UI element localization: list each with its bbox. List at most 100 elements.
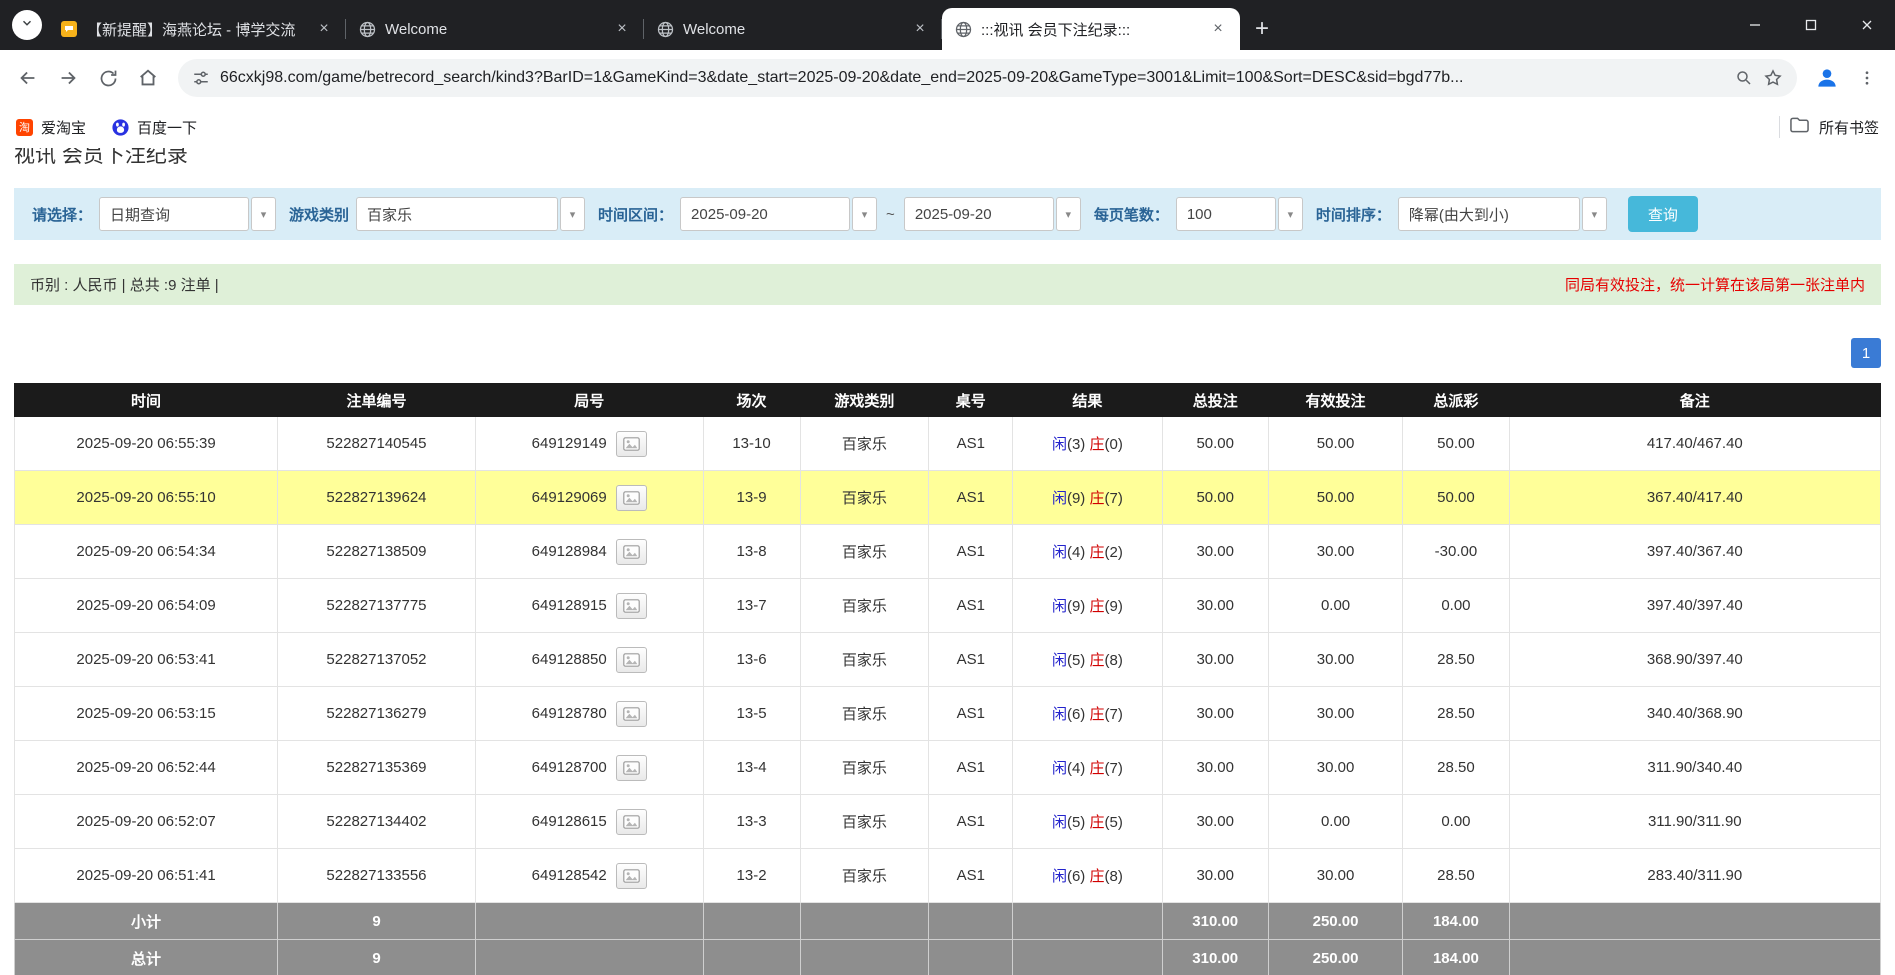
- star-icon[interactable]: [1763, 68, 1783, 88]
- cell-bet-number: 522827136279: [278, 687, 476, 741]
- summary-cell: [929, 903, 1013, 940]
- cell-total-bet[interactable]: 30.00: [1162, 633, 1268, 687]
- cell-total-bet[interactable]: 30.00: [1162, 687, 1268, 741]
- new-tab-button[interactable]: +: [1244, 11, 1280, 47]
- cell-note: 368.90/397.40: [1509, 633, 1880, 687]
- cell-table-number: AS1: [929, 525, 1013, 579]
- sort-value[interactable]: 降幂(由大到小): [1398, 197, 1580, 231]
- query-type-value[interactable]: 日期查询: [99, 197, 249, 231]
- cell-total-bet[interactable]: 30.00: [1162, 795, 1268, 849]
- date-end-value[interactable]: 2025-09-20: [904, 197, 1054, 231]
- page-1-button[interactable]: 1: [1851, 338, 1881, 368]
- round-result-image-button[interactable]: [616, 485, 647, 511]
- banker-label: 庄: [1089, 868, 1104, 885]
- round-result-image-button[interactable]: [616, 647, 647, 673]
- chevron-down-icon[interactable]: ▾: [1278, 197, 1303, 231]
- cell-game-type: 百家乐: [800, 525, 929, 579]
- tab-close-icon[interactable]: ×: [910, 19, 930, 39]
- tab-search-button[interactable]: [12, 10, 42, 40]
- round-result-image-button[interactable]: [616, 539, 647, 565]
- chevron-down-icon[interactable]: ▾: [1056, 197, 1081, 231]
- date-start-value[interactable]: 2025-09-20: [680, 197, 850, 231]
- cell-total-bet[interactable]: 50.00: [1162, 417, 1268, 471]
- column-header: 注单编号: [278, 384, 476, 417]
- browser-tab[interactable]: Welcome×: [644, 8, 942, 50]
- cell-total-bet[interactable]: 30.00: [1162, 525, 1268, 579]
- tab-close-icon[interactable]: ×: [612, 19, 632, 39]
- address-bar[interactable]: 66cxkj98.com/game/betrecord_search/kind3…: [178, 59, 1797, 97]
- tab-close-icon[interactable]: ×: [314, 19, 334, 39]
- chevron-down-icon[interactable]: ▾: [1582, 197, 1607, 231]
- date-start-select[interactable]: 2025-09-20 ▾: [680, 197, 877, 231]
- page-size-select[interactable]: 100 ▾: [1176, 197, 1303, 231]
- cell-payout: 0.00: [1403, 795, 1509, 849]
- picture-icon: [623, 707, 640, 721]
- summary-label: 小计: [15, 903, 278, 940]
- browser-tab[interactable]: Welcome×: [346, 8, 644, 50]
- table-row: 2025-09-20 06:55:10522827139624649129069…: [15, 471, 1881, 525]
- maximize-button[interactable]: [1783, 0, 1839, 50]
- summary-cell: [800, 940, 929, 975]
- game-type-value[interactable]: 百家乐: [356, 197, 558, 231]
- chevron-down-icon: [20, 16, 34, 35]
- cell-total-bet[interactable]: 30.00: [1162, 741, 1268, 795]
- round-result-image-button[interactable]: [616, 863, 647, 889]
- cell-result: 闲(9) 庄(9): [1013, 579, 1162, 633]
- all-bookmarks[interactable]: 所有书签: [1779, 116, 1879, 138]
- round-result-image-button[interactable]: [616, 809, 647, 835]
- bet-records-table: 时间注单编号局号场次游戏类别桌号结果总投注有效投注总派彩备注 2025-09-2…: [14, 383, 1881, 975]
- home-icon[interactable]: [130, 60, 166, 96]
- summary-label: 总计: [15, 940, 278, 975]
- cell-note: 340.40/368.90: [1509, 687, 1880, 741]
- table-row: 2025-09-20 06:54:09522827137775649128915…: [15, 579, 1881, 633]
- reload-icon[interactable]: [90, 60, 126, 96]
- profile-icon[interactable]: [1809, 60, 1845, 96]
- cell-session: 13-5: [703, 687, 800, 741]
- menu-icon[interactable]: [1849, 60, 1885, 96]
- summary-cell: [1509, 940, 1880, 975]
- page-size-value[interactable]: 100: [1176, 197, 1276, 231]
- cell-session: 13-10: [703, 417, 800, 471]
- page-title: 视讯 会员下注纪录: [14, 148, 1881, 164]
- cell-game-type: 百家乐: [800, 849, 929, 903]
- browser-tab[interactable]: :::视讯 会员下注纪录:::×: [942, 8, 1240, 50]
- bookmark-item[interactable]: 百度一下: [112, 117, 197, 138]
- column-header: 有效投注: [1268, 384, 1402, 417]
- round-result-image-button[interactable]: [616, 431, 647, 457]
- chevron-down-icon[interactable]: ▾: [251, 197, 276, 231]
- column-header: 局号: [475, 384, 703, 417]
- minimize-button[interactable]: [1727, 0, 1783, 50]
- cell-total-bet[interactable]: 30.00: [1162, 849, 1268, 903]
- cell-game-type: 百家乐: [800, 795, 929, 849]
- cell-bet-number: 522827137775: [278, 579, 476, 633]
- table-row: 2025-09-20 06:51:41522827133556649128542…: [15, 849, 1881, 903]
- summary-cell: 9: [278, 940, 476, 975]
- round-result-image-button[interactable]: [616, 755, 647, 781]
- round-result-image-button[interactable]: [616, 593, 647, 619]
- cell-note: 311.90/311.90: [1509, 795, 1880, 849]
- query-type-select[interactable]: 日期查询 ▾: [99, 197, 276, 231]
- back-icon[interactable]: [10, 60, 46, 96]
- browser-tab[interactable]: 【新提醒】海燕论坛 - 博学交流×: [48, 8, 346, 50]
- cell-valid-bet: 30.00: [1268, 741, 1402, 795]
- chevron-down-icon[interactable]: ▾: [852, 197, 877, 231]
- sort-select[interactable]: 降幂(由大到小) ▾: [1398, 197, 1607, 231]
- round-result-image-button[interactable]: [616, 701, 647, 727]
- search-button[interactable]: 查询: [1628, 196, 1698, 232]
- cell-total-bet[interactable]: 50.00: [1162, 471, 1268, 525]
- close-button[interactable]: [1839, 0, 1895, 50]
- zoom-icon[interactable]: [1735, 69, 1753, 87]
- tab-close-icon[interactable]: ×: [1208, 19, 1228, 39]
- chevron-down-icon[interactable]: ▾: [560, 197, 585, 231]
- date-end-select[interactable]: 2025-09-20 ▾: [904, 197, 1081, 231]
- column-header: 游戏类别: [800, 384, 929, 417]
- cell-total-bet[interactable]: 30.00: [1162, 579, 1268, 633]
- player-label: 闲: [1052, 706, 1067, 723]
- url-text[interactable]: 66cxkj98.com/game/betrecord_search/kind3…: [220, 69, 1725, 87]
- game-type-select[interactable]: 百家乐 ▾: [356, 197, 585, 231]
- sort-label: 时间排序：: [1316, 204, 1391, 225]
- globe-favicon-icon: [656, 20, 674, 38]
- tune-icon[interactable]: [192, 69, 210, 87]
- forward-icon[interactable]: [50, 60, 86, 96]
- bookmark-item[interactable]: 淘爱淘宝: [16, 117, 86, 138]
